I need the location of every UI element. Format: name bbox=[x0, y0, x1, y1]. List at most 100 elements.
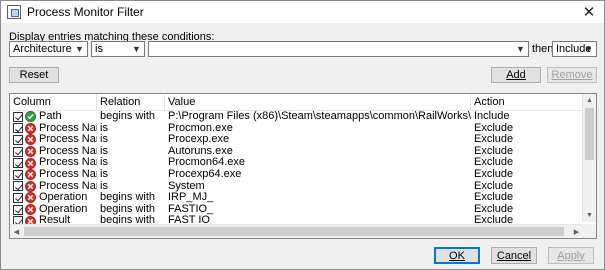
scroll-corner bbox=[582, 224, 596, 238]
cell-relation: is bbox=[100, 134, 108, 146]
enabled-checkbox[interactable] bbox=[13, 181, 23, 192]
cell-column-text: Process Name bbox=[39, 134, 97, 146]
cell-action: Exclude bbox=[474, 145, 514, 157]
relation-select-value: is bbox=[95, 43, 103, 55]
scroll-up-icon[interactable]: ▲ bbox=[583, 94, 596, 107]
cell-value: P:\Program Files (x86)\Steam\steamapps\c… bbox=[168, 111, 471, 122]
table-row[interactable]: Operation begins with FASTIO_ Exclude bbox=[10, 204, 583, 216]
ok-button-label: OK bbox=[449, 249, 465, 262]
add-button[interactable]: Add bbox=[491, 67, 541, 83]
chevron-down-icon: ▼ bbox=[75, 44, 84, 54]
table-row[interactable]: Process Nameis Procmon.exe Exclude bbox=[10, 123, 583, 135]
chevron-down-icon: ▼ bbox=[584, 44, 593, 54]
cell-column: Process Name bbox=[10, 181, 97, 193]
exclude-x-icon bbox=[25, 192, 36, 204]
cell-column: Process Name bbox=[10, 134, 97, 146]
title-bar: Process Monitor Filter ✕ bbox=[1, 1, 604, 23]
table-row[interactable]: Process Nameis Procexp.exe Exclude bbox=[10, 134, 583, 146]
cell-column: Process Name bbox=[10, 157, 97, 169]
cell-column: Operation bbox=[10, 192, 97, 204]
cell-column-text: Operation bbox=[39, 192, 88, 204]
cell-relation: is bbox=[100, 122, 108, 134]
column-select[interactable]: Architecture ▼ bbox=[9, 41, 88, 57]
cell-action: Include bbox=[474, 111, 510, 122]
exclude-x-icon bbox=[25, 146, 36, 158]
exclude-x-icon bbox=[25, 134, 36, 146]
enabled-checkbox[interactable] bbox=[13, 158, 23, 169]
cell-relation: is bbox=[100, 168, 108, 180]
exclude-x-icon bbox=[25, 180, 36, 192]
scroll-left-icon[interactable]: ◀ bbox=[10, 225, 23, 238]
cell-column: Process Name bbox=[10, 146, 97, 158]
cell-relation: begins with bbox=[100, 111, 156, 122]
add-button-label: Add bbox=[506, 69, 526, 81]
scroll-thumb[interactable] bbox=[24, 227, 564, 236]
window-title: Process Monitor Filter bbox=[27, 5, 144, 19]
cell-action: Exclude bbox=[474, 157, 514, 169]
cell-value: Procmon.exe bbox=[168, 122, 233, 134]
enabled-checkbox[interactable] bbox=[13, 111, 23, 122]
cell-value: IRP_MJ_ bbox=[168, 192, 214, 204]
exclude-x-icon bbox=[25, 157, 36, 169]
reset-button[interactable]: Reset bbox=[9, 67, 59, 83]
table-row[interactable]: Process Nameis Procexp64.exe Exclude bbox=[10, 169, 583, 181]
filter-dialog: Process Monitor Filter ✕ Display entries… bbox=[0, 0, 605, 270]
scroll-thumb[interactable] bbox=[585, 108, 594, 160]
enabled-checkbox[interactable] bbox=[13, 134, 23, 145]
cell-value: FASTIO_ bbox=[168, 203, 214, 215]
cancel-button[interactable]: Cancel bbox=[491, 247, 537, 264]
header-relation[interactable]: Relation bbox=[97, 94, 165, 111]
table-row[interactable]: Process Nameis Procmon64.exe Exclude bbox=[10, 157, 583, 169]
exclude-x-icon bbox=[25, 204, 36, 216]
table-row[interactable]: Process Nameis System Exclude bbox=[10, 181, 583, 193]
filter-list[interactable]: Column Relation Value Action Path begins … bbox=[9, 93, 597, 239]
cell-column-text: Operation bbox=[39, 203, 88, 215]
table-row[interactable]: Operation begins with IRP_MJ_ Exclude bbox=[10, 192, 583, 204]
enabled-checkbox[interactable] bbox=[13, 123, 23, 134]
cell-relation: begins with bbox=[100, 192, 156, 204]
header-action[interactable]: Action bbox=[471, 94, 583, 111]
cell-action: Exclude bbox=[474, 192, 514, 204]
horizontal-scrollbar[interactable]: ◀ ▶ bbox=[10, 224, 583, 238]
remove-button[interactable]: Remove bbox=[547, 67, 597, 83]
then-label: then bbox=[532, 43, 554, 55]
table-row[interactable]: Process Nameis Autoruns.exe Exclude bbox=[10, 146, 583, 158]
ok-button[interactable]: OK bbox=[434, 247, 480, 264]
enabled-checkbox[interactable] bbox=[13, 146, 23, 157]
vertical-scrollbar[interactable]: ▲ ▼ bbox=[582, 94, 596, 222]
enabled-checkbox[interactable] bbox=[13, 204, 23, 215]
enabled-checkbox[interactable] bbox=[13, 169, 23, 180]
action-select[interactable]: Include ▼ bbox=[552, 41, 597, 57]
relation-select[interactable]: is ▼ bbox=[91, 41, 145, 57]
exclude-x-icon bbox=[25, 169, 36, 181]
header-column[interactable]: Column bbox=[10, 94, 97, 111]
cell-value: System bbox=[168, 180, 205, 192]
apply-button[interactable]: Apply bbox=[548, 247, 594, 264]
cell-column-text: Process Name bbox=[39, 157, 97, 169]
remove-button-label: Remove bbox=[551, 69, 593, 81]
cell-action: Exclude bbox=[474, 134, 514, 146]
include-check-icon bbox=[25, 111, 36, 123]
cell-column: Process Name bbox=[10, 123, 97, 135]
enabled-checkbox[interactable] bbox=[13, 192, 23, 203]
exclude-x-icon bbox=[25, 122, 36, 134]
cell-column-text: Process Name bbox=[39, 168, 97, 180]
list-header: Column Relation Value Action bbox=[10, 94, 583, 111]
cell-column: Path bbox=[10, 111, 97, 123]
value-input[interactable]: ▼ bbox=[148, 41, 529, 57]
cancel-button-label: Cancel bbox=[496, 249, 532, 262]
cell-value: Procmon64.exe bbox=[168, 157, 246, 169]
cell-column-text: Process Name bbox=[39, 180, 97, 192]
close-button[interactable]: ✕ bbox=[574, 1, 604, 23]
cell-value: Autoruns.exe bbox=[168, 145, 233, 157]
chevron-down-icon: ▼ bbox=[516, 44, 525, 54]
cell-action: Exclude bbox=[474, 180, 514, 192]
scroll-down-icon[interactable]: ▼ bbox=[583, 209, 596, 222]
cell-relation: is bbox=[100, 180, 108, 192]
table-row[interactable]: Path begins with P:\Program Files (x86)\St… bbox=[10, 111, 583, 123]
column-select-value: Architecture bbox=[13, 43, 72, 55]
cell-value: Procexp.exe bbox=[168, 134, 230, 146]
header-value[interactable]: Value bbox=[165, 94, 471, 111]
cell-action: Exclude bbox=[474, 122, 514, 134]
cell-column-text: Process Name bbox=[39, 145, 97, 157]
